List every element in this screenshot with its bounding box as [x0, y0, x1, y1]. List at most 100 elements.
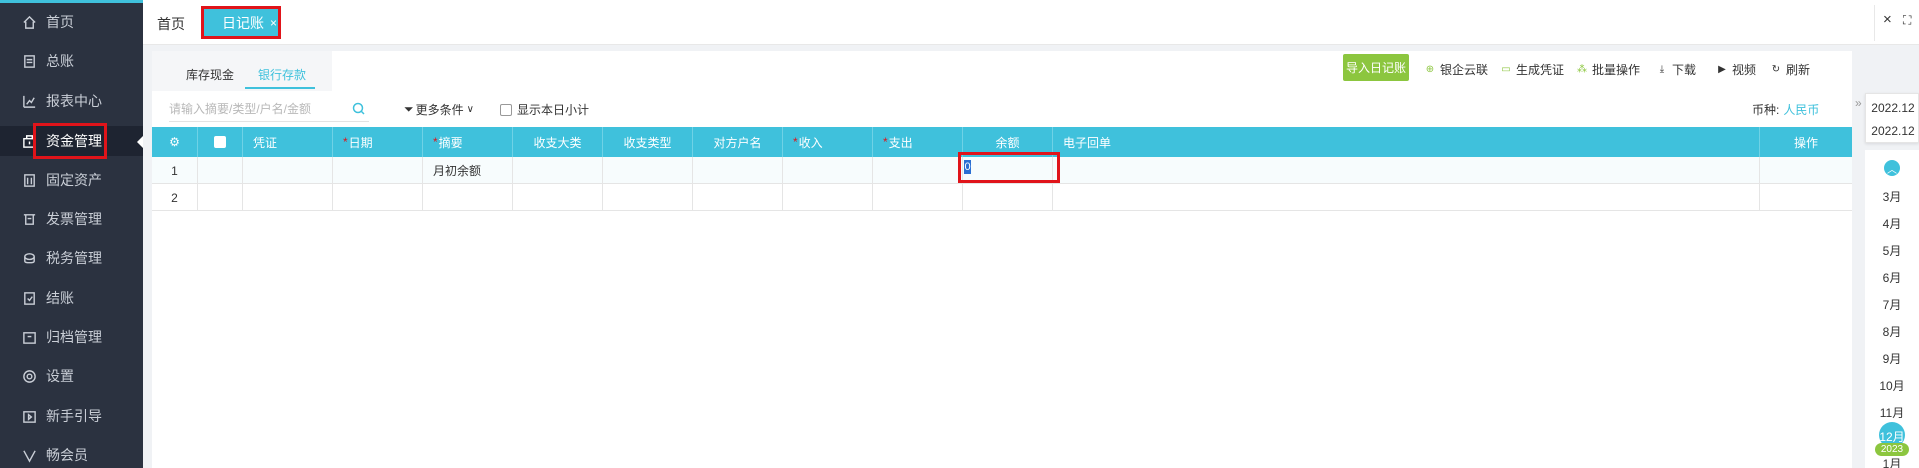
month-item[interactable]: 1月: [1865, 455, 1919, 468]
sidebar-item-checkout[interactable]: 结账: [0, 283, 143, 313]
balance-cell[interactable]: [963, 157, 1053, 184]
tab-home[interactable]: 首页: [157, 14, 185, 34]
subtab-cash[interactable]: 库存现金: [186, 66, 234, 83]
header-actions: 操作: [1793, 135, 1818, 150]
receipt-cell[interactable]: [1053, 157, 1760, 184]
header-date: * 日期: [333, 127, 423, 157]
sidebar-item-label: 新手引导: [46, 408, 102, 424]
counterparty-cell[interactable]: [693, 157, 783, 184]
sidebar-item-ledger[interactable]: 总账: [0, 46, 143, 76]
close-all-icon[interactable]: ×: [1883, 11, 1892, 28]
type-cell[interactable]: [603, 184, 693, 211]
row-select-cell[interactable]: [198, 184, 243, 211]
sidebar-item-vip[interactable]: 畅会员: [0, 440, 143, 468]
invoice-icon: [21, 211, 37, 227]
year-label[interactable]: 2022.12: [1866, 101, 1919, 115]
checkbox[interactable]: [500, 103, 512, 116]
row-number: 1: [152, 157, 198, 184]
tax-icon: [21, 250, 37, 266]
sidebar-item-home[interactable]: 首页: [0, 7, 143, 37]
month-item[interactable]: 5月: [1865, 242, 1919, 259]
category-cell[interactable]: [513, 157, 603, 184]
show-today-subtotal-checkbox[interactable]: 显示本日小计: [500, 101, 589, 118]
sidebar-item-guide[interactable]: 新手引导: [0, 401, 143, 431]
actions-cell[interactable]: [1760, 157, 1852, 184]
sidebar-item-label: 首页: [46, 14, 74, 30]
row-number: 2: [152, 184, 198, 211]
month-item[interactable]: 3月: [1865, 188, 1919, 205]
month-item[interactable]: 8月: [1865, 323, 1919, 340]
select-all-checkbox[interactable]: [198, 127, 243, 157]
month-item[interactable]: 11月: [1865, 404, 1919, 421]
month-item[interactable]: 9月: [1865, 350, 1919, 367]
counterparty-cell[interactable]: [693, 184, 783, 211]
year-selector[interactable]: 2022.12 2022.12: [1865, 93, 1919, 143]
sidebar-item-label: 发票管理: [46, 211, 102, 227]
sidebar-item-label: 结账: [46, 290, 74, 306]
currency-display: 币种: 人民币: [1752, 101, 1819, 118]
scroll-up-icon[interactable]: ︿: [1884, 160, 1900, 176]
sidebar-item-label: 固定资产: [46, 172, 102, 188]
balance-cell[interactable]: [963, 184, 1053, 211]
sidebar-item-archive[interactable]: 归档管理: [0, 322, 143, 352]
table-row: 2: [152, 184, 1852, 211]
bank-link-label: 银企云联: [1440, 63, 1489, 77]
summary-cell[interactable]: 月初余额: [423, 157, 513, 184]
sidebar-item-funds[interactable]: 资金管理: [0, 126, 143, 156]
income-cell[interactable]: [783, 157, 873, 184]
refresh-button[interactable]: ↻ 刷新: [1770, 61, 1810, 78]
bank-link-button[interactable]: ⊕ 银企云联: [1424, 61, 1488, 78]
month-item[interactable]: 6月: [1865, 269, 1919, 286]
actions-cell[interactable]: [1760, 184, 1852, 211]
type-cell[interactable]: [603, 157, 693, 184]
video-label: 视频: [1732, 63, 1757, 77]
date-cell[interactable]: [333, 157, 423, 184]
sidebar-item-label: 资金管理: [46, 133, 102, 149]
category-cell[interactable]: [513, 184, 603, 211]
import-journal-button[interactable]: 导入日记账: [1343, 54, 1409, 81]
year-label[interactable]: 2022.12: [1866, 124, 1919, 138]
currency-value[interactable]: 人民币: [1783, 103, 1819, 117]
month-item[interactable]: 10月: [1865, 377, 1919, 394]
download-button[interactable]: ⤓ 下载: [1656, 61, 1696, 78]
summary-cell[interactable]: [423, 184, 513, 211]
column-settings-icon[interactable]: ⚙: [152, 127, 198, 157]
month-item[interactable]: 4月: [1865, 215, 1919, 232]
expense-cell[interactable]: [873, 157, 963, 184]
fullscreen-icon[interactable]: ⛶: [1903, 13, 1911, 28]
subtab-bank[interactable]: 银行存款: [258, 66, 306, 83]
sidebar-item-tax[interactable]: 税务管理: [0, 243, 143, 273]
generate-voucher-button[interactable]: ▭ 生成凭证: [1500, 61, 1564, 78]
sidebar-item-reports[interactable]: 报表中心: [0, 86, 143, 116]
collapse-panel-icon[interactable]: »: [1855, 96, 1862, 110]
active-caret-icon: [137, 136, 143, 148]
month-item[interactable]: 7月: [1865, 296, 1919, 313]
search-input[interactable]: [169, 99, 339, 119]
video-button[interactable]: ▶ 视频: [1716, 61, 1756, 78]
header-type: 收支类型: [603, 127, 693, 157]
sidebar-item-fixed-assets[interactable]: 固定资产: [0, 165, 143, 195]
header-receipt: 电子回单: [1053, 127, 1760, 157]
sidebar-top-accent: [0, 0, 143, 3]
expense-cell[interactable]: [873, 184, 963, 211]
tab-journal[interactable]: 日记账 ×: [201, 6, 281, 39]
voucher-cell[interactable]: [243, 184, 333, 211]
table-header: ⚙ 凭证 * 日期 * 摘要 收支大类 收支类型 对方户名 * 收入 * 支出 余额 电…: [152, 127, 1852, 157]
voucher-cell[interactable]: [243, 157, 333, 184]
vip-icon: [21, 447, 37, 463]
show-today-label: 显示本日小计: [517, 103, 590, 117]
sidebar-item-invoices[interactable]: 发票管理: [0, 204, 143, 234]
more-conditions-dropdown[interactable]: ⏷ 更多条件 ∨: [404, 101, 474, 118]
row-select-cell[interactable]: [198, 157, 243, 184]
header-voucher: 凭证: [243, 127, 333, 157]
receipt-cell[interactable]: [1053, 184, 1760, 211]
balance-input-value[interactable]: 0: [964, 160, 971, 174]
checkbox[interactable]: [214, 136, 226, 148]
sidebar-item-settings[interactable]: 设置: [0, 361, 143, 391]
batch-ops-button[interactable]: ⁂ 批量操作: [1576, 61, 1640, 78]
gear-icon: [21, 368, 37, 384]
date-cell[interactable]: [333, 184, 423, 211]
search-icon[interactable]: [351, 101, 367, 117]
tab-close-icon[interactable]: ×: [270, 16, 277, 30]
income-cell[interactable]: [783, 184, 873, 211]
